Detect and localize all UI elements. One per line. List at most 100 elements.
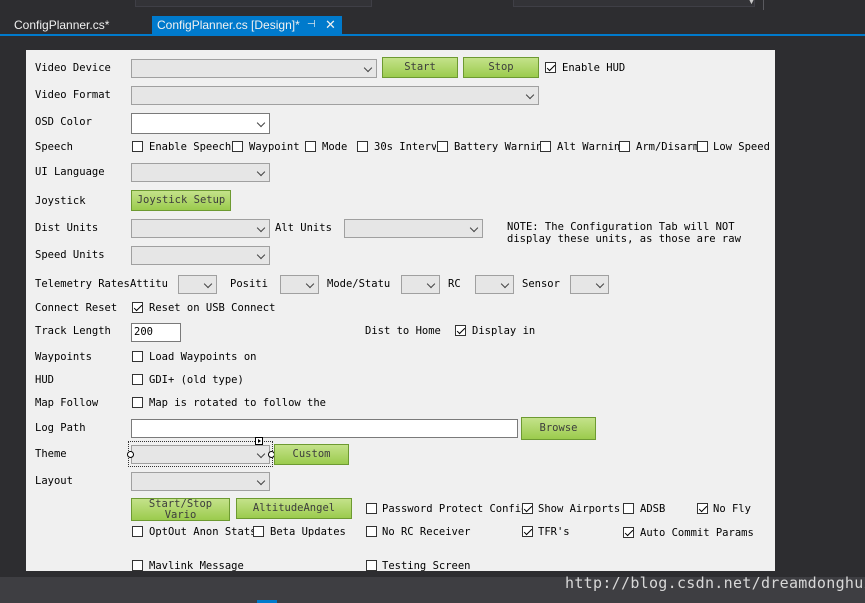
stop-button[interactable]: Stop: [463, 57, 539, 78]
speech-low-speed-checkbox[interactable]: [697, 141, 708, 152]
watermark-text: http://blog.csdn.net/dreamdonghui: [565, 574, 865, 592]
telemetry-rc-select[interactable]: [475, 275, 514, 294]
video-device-select[interactable]: [131, 59, 377, 78]
joystick-setup-button[interactable]: Joystick Setup: [131, 190, 231, 211]
alt-units-label: Alt Units: [275, 222, 332, 234]
auto-commit-checkbox[interactable]: [623, 527, 634, 538]
speech-battery-checkbox[interactable]: [437, 141, 448, 152]
smart-tag-icon[interactable]: [255, 437, 263, 445]
layout-label: Layout: [35, 475, 73, 487]
adsb-checkbox[interactable]: [623, 503, 634, 514]
osd-color-select[interactable]: [131, 113, 270, 134]
telemetry-mode-label: Mode/Statu: [327, 278, 391, 290]
chevron-down-icon: [595, 279, 605, 289]
alt-units-select[interactable]: [344, 219, 483, 238]
start-stop-vario-button[interactable]: Start/Stop Vario: [131, 498, 230, 521]
selection-border: [128, 441, 273, 467]
speech-enable-checkbox[interactable]: [132, 141, 143, 152]
map-rotate-label: Map is rotated to follow the: [149, 397, 327, 409]
display-in-checkbox[interactable]: [455, 325, 466, 336]
telemetry-mode-select[interactable]: [401, 275, 440, 294]
chevron-down-icon: [469, 223, 479, 233]
gdi-label: GDI+ (old type): [149, 374, 244, 386]
chevron-down-icon: [256, 118, 266, 128]
chevron-down-icon: [256, 476, 266, 486]
video-device-label: Video Device: [35, 62, 111, 74]
reset-usb-label: Reset on USB Connect: [149, 302, 276, 314]
speech-waypoint-checkbox[interactable]: [232, 141, 243, 152]
chevron-down-icon: [256, 250, 266, 260]
toolbar-divider: [763, 0, 764, 10]
gdi-checkbox[interactable]: [132, 374, 143, 385]
altitude-angel-button[interactable]: AltitudeAngel: [236, 498, 352, 519]
optout-checkbox[interactable]: [132, 526, 143, 537]
password-protect-checkbox[interactable]: [366, 503, 377, 514]
log-path-label: Log Path: [35, 422, 86, 434]
start-button[interactable]: Start: [382, 57, 458, 78]
dist-units-select[interactable]: [131, 219, 270, 238]
show-airports-checkbox[interactable]: [522, 503, 533, 514]
chevron-down-icon: [363, 63, 373, 73]
chevron-down-icon[interactable]: ▼: [748, 0, 755, 6]
speech-alt-label: Alt Warnin: [557, 141, 619, 153]
tfrs-checkbox[interactable]: [522, 526, 533, 537]
load-waypoints-label: Load Waypoints on: [149, 351, 257, 363]
toolbar-dropdown-right[interactable]: [513, 0, 755, 7]
enable-hud-label: Enable HUD: [562, 62, 626, 74]
password-protect-label: Password Protect Config: [382, 503, 522, 515]
speech-enable-label: Enable Speech: [149, 141, 232, 153]
speech-arm-checkbox[interactable]: [619, 141, 630, 152]
load-waypoints-checkbox[interactable]: [132, 351, 143, 362]
reset-usb-checkbox[interactable]: [132, 302, 143, 313]
pin-icon[interactable]: ⊣: [307, 16, 316, 34]
units-note-line1: NOTE: The Configuration Tab will NOT: [507, 221, 735, 233]
speech-mode-label: Mode: [322, 141, 348, 153]
layout-select[interactable]: [131, 472, 270, 491]
chevron-down-icon: [203, 279, 213, 289]
chevron-down-icon: [500, 279, 510, 289]
joystick-label: Joystick: [35, 195, 86, 207]
tab-code[interactable]: ConfigPlanner.cs*: [6, 16, 146, 34]
hud-label: HUD: [35, 374, 54, 386]
tab-designer[interactable]: ConfigPlanner.cs [Design]* ⊣ ✕: [152, 16, 342, 34]
mavlink-message-checkbox[interactable]: [132, 560, 143, 571]
optout-label: OptOut Anon Stats: [149, 526, 257, 538]
toolbar-dropdown-left[interactable]: [135, 0, 372, 7]
ui-language-select[interactable]: [131, 163, 270, 182]
theme-label: Theme: [35, 448, 67, 460]
speech-30s-checkbox[interactable]: [357, 141, 368, 152]
telemetry-sensor-select[interactable]: [570, 275, 609, 294]
telemetry-attitude-label: Attitu: [130, 278, 168, 290]
speech-30s-label: 30s Interv: [374, 141, 436, 153]
ui-language-label: UI Language: [35, 166, 105, 178]
enable-hud-checkbox[interactable]: [545, 62, 556, 73]
no-rc-receiver-label: No RC Receiver: [382, 526, 471, 538]
close-icon[interactable]: ✕: [325, 16, 336, 34]
display-in-label: Display in: [472, 325, 536, 337]
auto-commit-label: Auto Commit Params: [640, 527, 754, 539]
telemetry-position-select[interactable]: [280, 275, 319, 294]
resize-handle-left[interactable]: [127, 451, 134, 458]
speech-alt-checkbox[interactable]: [540, 141, 551, 152]
dist-units-label: Dist Units: [35, 222, 99, 234]
show-airports-label: Show Airports: [538, 503, 621, 515]
waypoints-label: Waypoints: [35, 351, 92, 363]
speed-units-select[interactable]: [131, 246, 270, 265]
connect-reset-label: Connect Reset: [35, 302, 118, 314]
map-rotate-checkbox[interactable]: [132, 397, 143, 408]
track-length-input[interactable]: 200: [131, 323, 181, 342]
tfrs-label: TFR's: [538, 526, 570, 538]
speech-mode-checkbox[interactable]: [305, 141, 316, 152]
log-path-input[interactable]: [131, 419, 518, 438]
telemetry-attitude-select[interactable]: [178, 275, 217, 294]
testing-screen-checkbox[interactable]: [366, 560, 377, 571]
beta-updates-checkbox[interactable]: [253, 526, 264, 537]
no-rc-receiver-checkbox[interactable]: [366, 526, 377, 537]
browse-button[interactable]: Browse: [521, 417, 596, 440]
dist-to-home-label: Dist to Home: [365, 325, 441, 337]
speech-waypoint-label: Waypoint: [249, 141, 300, 153]
no-fly-checkbox[interactable]: [697, 503, 708, 514]
video-format-select[interactable]: [131, 86, 539, 105]
chevron-down-icon: [426, 279, 436, 289]
custom-theme-button[interactable]: Custom: [274, 444, 349, 465]
